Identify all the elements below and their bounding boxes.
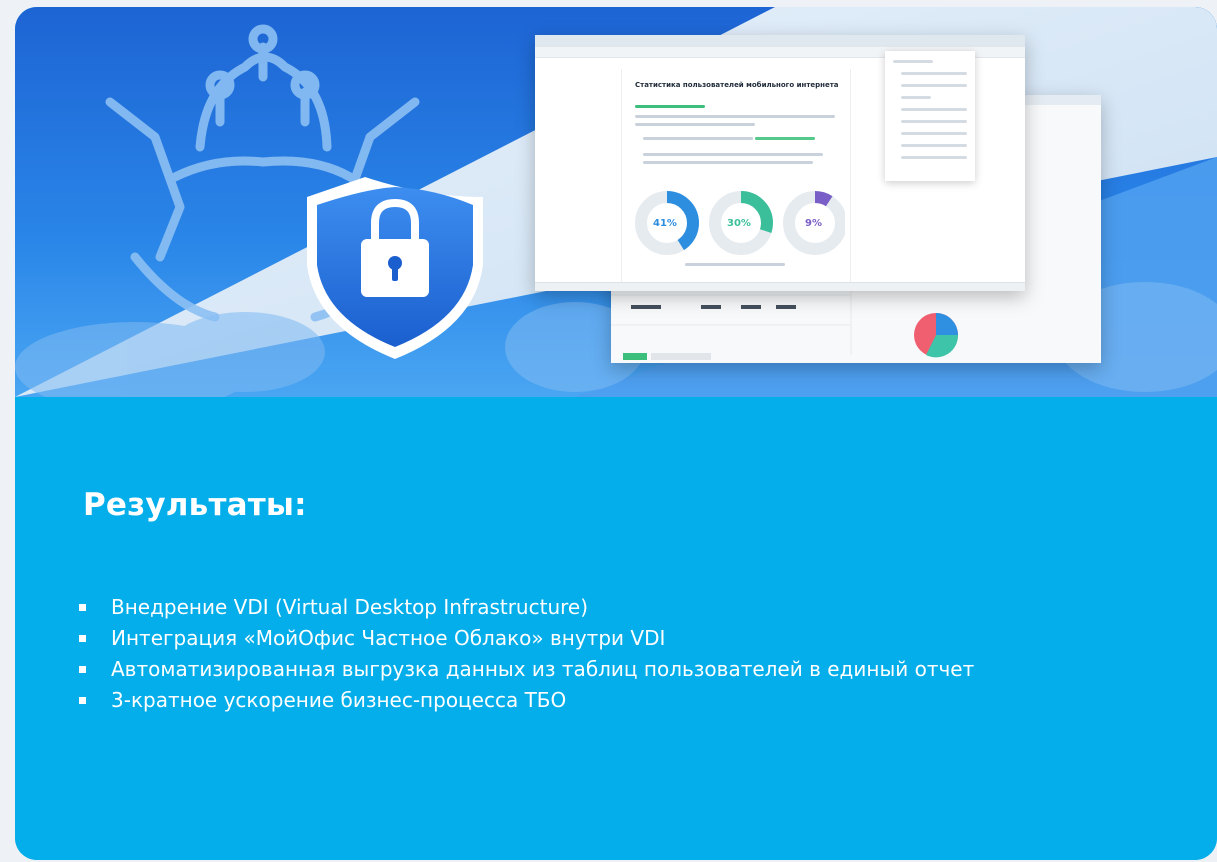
review-panel	[885, 51, 975, 181]
list-item: Внедрение VDI (Virtual Desktop Infrastru…	[79, 593, 1159, 622]
list-item: 3-кратное ускорение бизнес-процесса ТБО	[79, 686, 1159, 715]
text-line	[643, 153, 823, 156]
results-list: Внедрение VDI (Virtual Desktop Infrastru…	[79, 593, 1159, 717]
bullet-icon	[79, 604, 86, 611]
list-item: Интеграция «МойОфис Частное Облако» внут…	[79, 624, 1159, 653]
case-card: Статистика пользователей мобильного инте…	[15, 7, 1217, 860]
text-line	[635, 105, 705, 108]
list-item-text: 3-кратное ускорение бизнес-процесса ТБО	[111, 688, 567, 712]
hero-banner: Статистика пользователей мобильного инте…	[15, 7, 1217, 397]
text-line	[643, 137, 753, 140]
pie-chart-icon	[914, 313, 959, 358]
text-line	[635, 115, 835, 118]
results-heading: Результаты:	[83, 487, 307, 523]
text-line	[685, 263, 785, 266]
text-line	[643, 161, 813, 164]
list-item-text: Автоматизированная выгрузка данных из та…	[111, 657, 975, 681]
stat-value: 9%	[805, 218, 822, 229]
stat-value: 41%	[653, 218, 677, 229]
bullet-icon	[79, 697, 86, 704]
results-section: Результаты: Внедрение VDI (Virtual Deskt…	[15, 397, 1217, 860]
status-bar	[535, 282, 1025, 291]
window-titlebar	[535, 35, 1025, 47]
bullet-icon	[79, 666, 86, 673]
document-title: Статистика пользователей мобильного инте…	[635, 81, 839, 89]
text-line	[755, 137, 815, 140]
list-item-text: Интеграция «МойОфис Частное Облако» внут…	[111, 626, 666, 650]
list-item-text: Внедрение VDI (Virtual Desktop Infrastru…	[111, 595, 589, 619]
text-line	[635, 123, 755, 126]
stat-value: 30%	[727, 218, 751, 229]
bullet-icon	[79, 635, 86, 642]
list-item: Автоматизированная выгрузка данных из та…	[79, 655, 1159, 684]
